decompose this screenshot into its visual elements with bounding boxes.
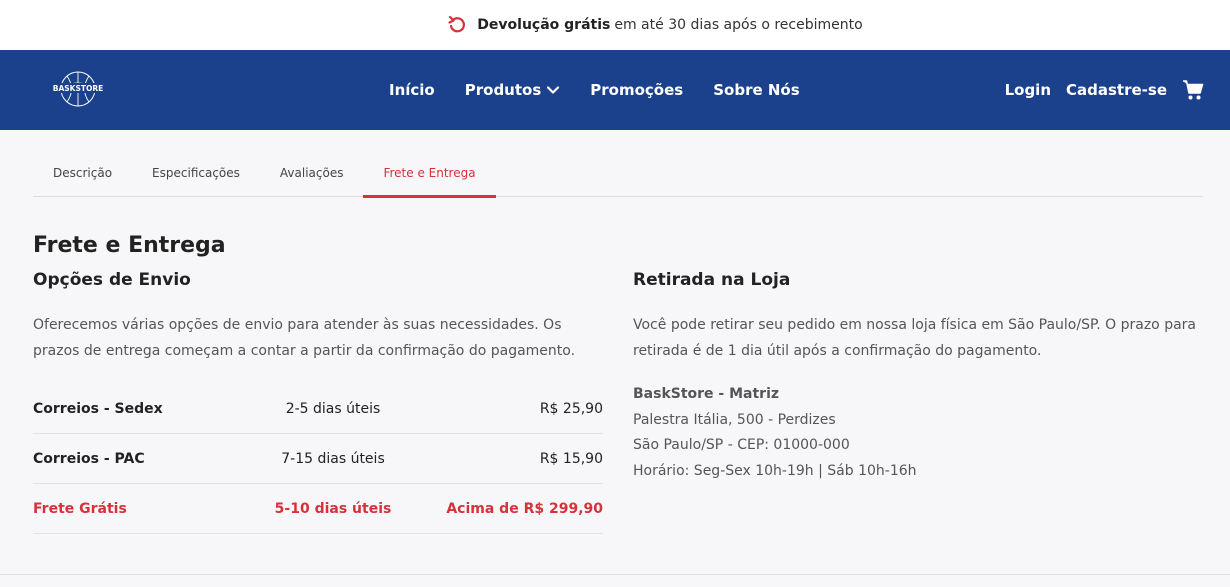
shipping-time: 5-10 dias úteis <box>274 500 392 517</box>
shipping-options: Opções de Envio Oferecemos várias opções… <box>33 270 603 534</box>
announcement-bar: Devolução grátis em até 30 dias após o r… <box>0 0 1230 50</box>
return-arrow-icon <box>448 15 466 33</box>
signup-link[interactable]: Cadastre-se <box>1066 81 1167 99</box>
shipping-title: Opções de Envio <box>33 270 191 290</box>
store-pickup: Retirada na Loja Você pode retirar seu p… <box>633 270 1208 484</box>
product-tabs: Descrição Especificações Avaliações Fret… <box>33 150 1203 198</box>
store-hours: Horário: Seg-Sex 10h-19h | Sáb 10h-16h <box>633 462 917 479</box>
announcement-text: em até 30 dias após o recebimento <box>614 17 863 33</box>
nav-link-promocoes[interactable]: Promoções <box>590 81 683 99</box>
store-address: Palestra Itália, 500 - Perdizes <box>633 411 836 428</box>
shipping-description: Oferecemos várias opções de envio para a… <box>33 317 576 359</box>
nav-link-produtos[interactable]: Produtos <box>465 81 561 99</box>
shipping-time: 7-15 dias úteis <box>281 450 385 467</box>
tab-especificacoes[interactable]: Especificações <box>132 150 260 196</box>
nav-link-inicio[interactable]: Início <box>389 81 435 99</box>
chevron-down-icon <box>547 86 560 94</box>
nav-links: Início Produtos Promoções Sobre Nós <box>389 50 830 130</box>
pickup-title: Retirada na Loja <box>633 270 791 290</box>
shopping-cart-icon[interactable] <box>1182 79 1204 101</box>
store-name: BaskStore - Matriz <box>633 386 780 402</box>
tab-frete-entrega[interactable]: Frete e Entrega <box>363 150 496 198</box>
shipping-price: Acima de R$ 299,90 <box>446 500 603 517</box>
divider <box>0 574 1230 575</box>
table-row: Correios - PAC 7-15 dias úteis R$ 15,90 <box>33 434 603 484</box>
shipping-method: Frete Grátis <box>33 500 127 517</box>
baskstore-logo[interactable]: BASKSTORE <box>50 67 106 113</box>
login-link[interactable]: Login <box>1005 81 1051 99</box>
nav-account: Login Cadastre-se <box>1005 50 1204 130</box>
store-city: São Paulo/SP - CEP: 01000-000 <box>633 437 850 453</box>
announcement-bold: Devolução grátis <box>477 17 611 33</box>
shipping-method: Correios - Sedex <box>33 400 163 417</box>
tab-avaliacoes[interactable]: Avaliações <box>260 150 364 196</box>
store-info: BaskStore - Matriz Palestra Itália, 500 … <box>633 382 1208 484</box>
shipping-table: Correios - Sedex 2-5 dias úteis R$ 25,90… <box>33 384 603 534</box>
section-title: Frete e Entrega <box>33 233 226 258</box>
shipping-method: Correios - PAC <box>33 450 145 467</box>
table-row-free-shipping: Frete Grátis 5-10 dias úteis Acima de R$… <box>33 484 603 534</box>
table-row: Correios - Sedex 2-5 dias úteis R$ 25,90 <box>33 384 603 434</box>
logo-text: BASKSTORE <box>53 84 104 93</box>
shipping-price: R$ 25,90 <box>539 400 603 417</box>
pickup-description: Você pode retirar seu pedido em nossa lo… <box>633 317 1196 359</box>
main-navbar: BASKSTORE Início Produtos Promoções Sobr… <box>0 50 1230 130</box>
nav-link-sobre-nos[interactable]: Sobre Nós <box>713 81 799 99</box>
shipping-price: R$ 15,90 <box>539 450 603 467</box>
shipping-time: 2-5 dias úteis <box>285 400 381 417</box>
tab-descricao[interactable]: Descrição <box>33 150 132 196</box>
nav-link-produtos-label: Produtos <box>464 81 542 99</box>
